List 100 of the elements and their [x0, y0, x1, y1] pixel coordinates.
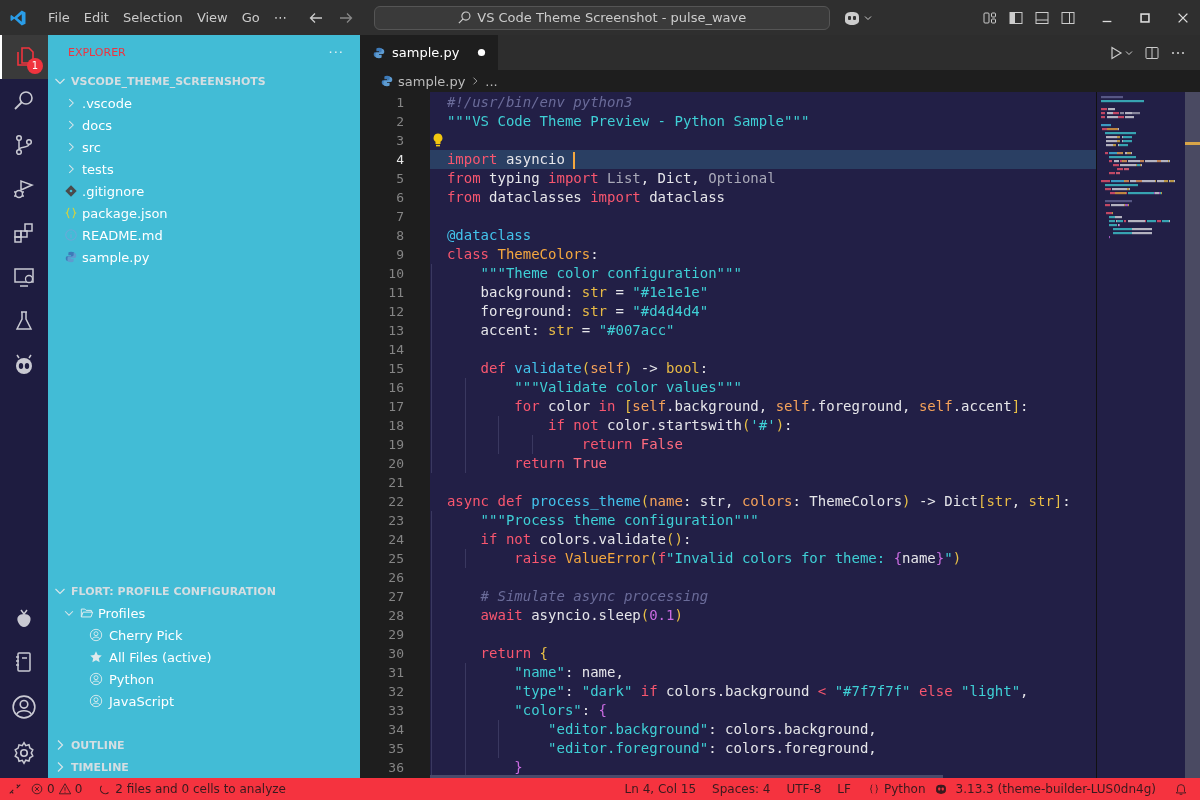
editor-tab[interactable]: sample.py [360, 35, 499, 70]
menu-item[interactable]: ⋯ [266, 10, 294, 25]
line-number: 14 [387, 341, 405, 359]
line-number: 3 [395, 132, 405, 150]
code-line: await asyncio.sleep(0.1) [479, 606, 683, 625]
language-mode[interactable]: Python [866, 782, 926, 796]
line-number: 27 [387, 588, 405, 606]
toggle-secondary-sidebar-icon[interactable] [1060, 9, 1076, 26]
problems-status[interactable]: 0 0 [30, 782, 83, 796]
tree-item[interactable]: package.json [48, 202, 360, 224]
folder-item[interactable]: src [48, 136, 360, 158]
menu-item[interactable]: View [189, 10, 235, 25]
indentation-status[interactable]: Spaces: 4 [712, 782, 771, 796]
code-line: # Simulate async processing [479, 587, 709, 606]
code-line: """Theme color configuration""" [479, 264, 742, 283]
folder-item[interactable]: docs [48, 114, 360, 136]
line-number: 6 [395, 189, 405, 207]
python-icon [64, 250, 78, 264]
line-number: 15 [387, 360, 405, 378]
tree-item[interactable]: README.md [48, 224, 360, 246]
horizontal-scrollbar[interactable] [430, 775, 943, 778]
menu-item[interactable]: Selection [115, 10, 190, 25]
line-number: 12 [387, 303, 405, 321]
account-icon [89, 672, 103, 686]
line-number: 21 [387, 474, 405, 492]
notification-badge: 1 [27, 58, 43, 74]
line-number: 25 [387, 550, 405, 568]
unsaved-dot-icon[interactable] [477, 48, 487, 57]
line-number: 2 [395, 113, 405, 131]
python-icon [372, 45, 386, 60]
line-ending-status[interactable]: LF [837, 782, 851, 796]
command-center[interactable]: VS Code Theme Screenshot - pulse_wave [373, 5, 830, 30]
line-number: 9 [395, 246, 405, 264]
menu-item[interactable]: Edit [76, 10, 116, 25]
diamond-icon [64, 184, 78, 198]
folder-item[interactable]: .vscode [48, 92, 360, 114]
explorer-tab[interactable]: 1 [0, 35, 48, 79]
tree-group[interactable]: Profiles [48, 602, 360, 624]
line-number: 7 [395, 208, 405, 226]
code-line: from typing import List, Dict, Optional [446, 169, 776, 188]
analysis-status[interactable]: 2 files and 0 cells to analyze [98, 782, 286, 796]
line-number: 24 [387, 531, 405, 549]
cursor-position[interactable]: Ln 4, Col 15 [624, 782, 697, 796]
profile-item[interactable]: Cherry Pick [48, 624, 360, 646]
remote-icon[interactable] [8, 782, 22, 796]
app-logo-icon[interactable] [9, 8, 27, 27]
code-line: for color in [self.background, self.foreground, self.accent]: [513, 397, 1029, 416]
minimap-drawing[interactable] [1096, 92, 1185, 778]
menu-item[interactable]: Go [234, 10, 267, 25]
folder-icon [80, 606, 94, 620]
maximize-icon[interactable] [1138, 10, 1152, 25]
python-icon [380, 74, 394, 88]
line-number: 16 [387, 379, 405, 397]
line-number: 28 [387, 607, 405, 625]
split-editor-icon[interactable] [1144, 44, 1160, 61]
toggle-panel-icon[interactable] [1034, 9, 1050, 26]
warning-count: 0 [74, 782, 83, 796]
profile-item[interactable]: Python [48, 668, 360, 690]
code-line: "name": name, [513, 663, 624, 682]
line-number: 8 [395, 227, 405, 245]
interpreter-status[interactable]: 3.13.3 (theme-builder-LUS0dn4g) [955, 782, 1156, 796]
code-line: import asyncio [446, 150, 565, 169]
tree-item[interactable]: .gitignore [48, 180, 360, 202]
menu-item[interactable]: File [41, 10, 77, 25]
code-line: #!/usr/bin/env python3 [446, 93, 633, 112]
code-line: @dataclass [446, 226, 532, 245]
blocks-icon [12, 221, 36, 245]
folder-item[interactable]: tests [48, 158, 360, 180]
breadcrumb-item[interactable]: sample.py [398, 73, 466, 89]
line-number: 33 [387, 702, 405, 720]
customize-layout-icon[interactable] [982, 9, 998, 26]
monitor-icon [12, 265, 36, 289]
profile-item[interactable]: JavaScript [48, 690, 360, 712]
line-number: 35 [387, 740, 405, 758]
error-icon [30, 782, 44, 796]
line-number: 20 [387, 455, 405, 473]
line-number: 10 [387, 265, 405, 283]
vertical-scrollbar[interactable] [1185, 92, 1200, 778]
code-line: """VS Code Theme Preview - Python Sample""" [446, 112, 810, 131]
code-line: """Process theme configuration""" [479, 511, 759, 530]
breadcrumb-item[interactable]: ... [485, 73, 498, 89]
code-line: accent: str = "#007acc" [479, 321, 675, 340]
play-bug-icon [12, 177, 36, 201]
code-line: return False [580, 435, 683, 454]
toggle-sidebar-icon[interactable] [1008, 9, 1024, 26]
encoding-status[interactable]: UTF-8 [786, 782, 822, 796]
braces-icon [64, 206, 78, 220]
code-line: "editor.foreground": colors.foreground, [547, 739, 877, 758]
code-line: class ThemeColors: [446, 245, 599, 264]
code-line: foreground: str = "#d4d4d4" [479, 302, 709, 321]
tree-item[interactable]: sample.py [48, 246, 360, 268]
bell-icon[interactable] [1174, 782, 1188, 796]
account-icon[interactable] [11, 694, 37, 720]
more-actions[interactable]: ··· [328, 45, 344, 60]
explorer-title: EXPLORER [68, 46, 126, 59]
line-number: 17 [387, 398, 405, 416]
line-number: 1 [395, 94, 405, 112]
run-icon[interactable] [1108, 44, 1124, 61]
settings-icon[interactable] [11, 740, 37, 766]
profile-item[interactable]: All Files (active) [48, 646, 360, 668]
